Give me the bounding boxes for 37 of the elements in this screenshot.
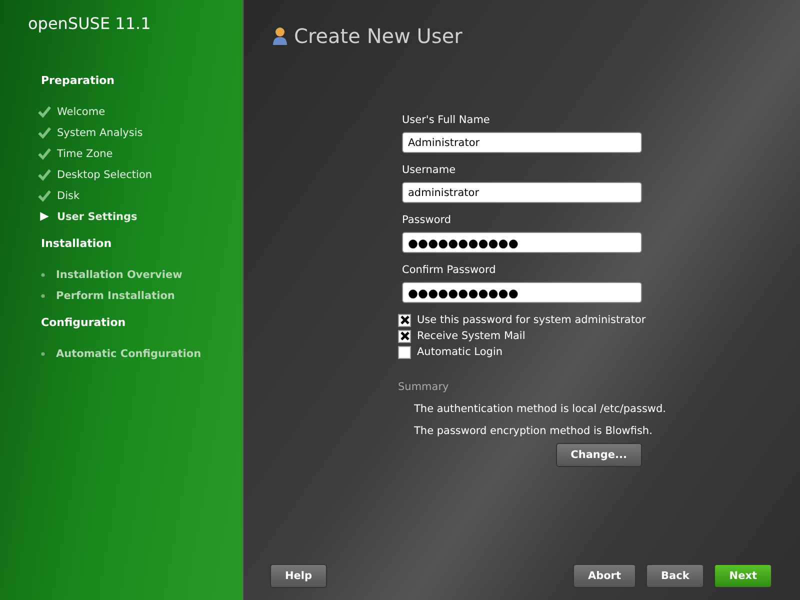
dialog-button[interactable]: Help <box>270 564 328 588</box>
input-field[interactable]: Administrator <box>402 132 642 153</box>
step-label: Perform Installation <box>56 290 175 302</box>
summary-text: The authentication method is local /etc/passwd. <box>414 403 666 415</box>
field-label: Username <box>402 164 456 176</box>
field-label: User's Full Name <box>402 114 490 126</box>
step-label: Time Zone <box>57 148 113 160</box>
password-field[interactable]: ●●●●●●●●●●● <box>402 282 642 303</box>
field-label: Password <box>402 214 452 226</box>
password-field[interactable]: ●●●●●●●●●●● <box>402 232 642 253</box>
summary-text: The password encryption method is Blowfish. <box>414 425 652 437</box>
section-title: Installation <box>41 237 112 250</box>
primary-button[interactable]: Next <box>714 564 772 588</box>
field-label: Confirm Password <box>402 264 496 276</box>
change-button[interactable]: Change... <box>556 443 642 467</box>
summary-heading: Summary <box>398 381 449 393</box>
step-label: Installation Overview <box>56 268 182 280</box>
step-label: User Settings <box>57 210 138 222</box>
checkbox-label: Automatic Login <box>417 346 503 358</box>
user-icon <box>272 26 288 46</box>
step-label: Disk <box>57 190 80 202</box>
logo-text: openSUSE 11.1 <box>28 14 151 33</box>
step-label: Desktop Selection <box>57 168 152 180</box>
dialog-button[interactable]: Abort <box>572 564 636 588</box>
checkbox[interactable] <box>398 346 411 358</box>
dialog-button[interactable]: Back <box>646 564 704 588</box>
input-field[interactable]: administrator <box>402 182 642 203</box>
checkbox-label: Receive System Mail <box>417 330 526 342</box>
checkbox-label: Use this password for system administrator <box>417 314 646 326</box>
page-title: Create New User <box>294 24 462 48</box>
checkbox[interactable] <box>398 314 411 326</box>
step-label: Automatic Configuration <box>56 348 202 360</box>
step-label: System Analysis <box>57 126 143 138</box>
section-title: Preparation <box>41 74 115 87</box>
checkbox[interactable] <box>398 330 411 342</box>
section-title: Configuration <box>41 316 126 329</box>
step-label: Welcome <box>57 106 106 118</box>
